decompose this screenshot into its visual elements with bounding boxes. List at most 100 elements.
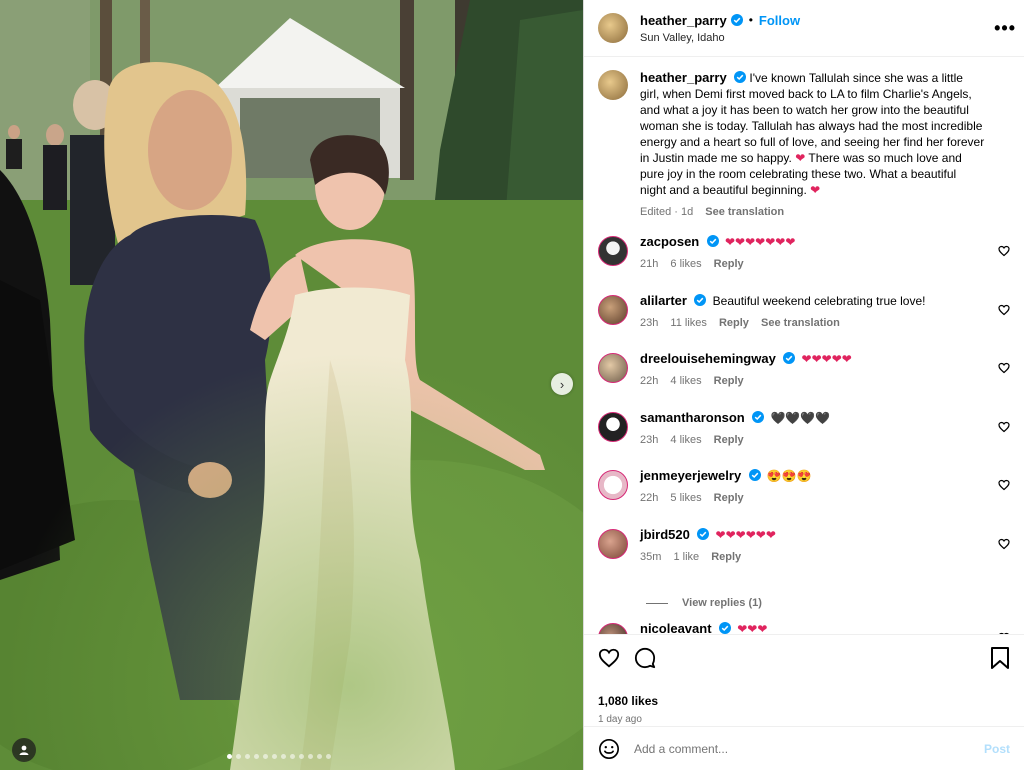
comment-item: nicoleavant ❤❤❤ <box>598 621 1010 634</box>
comment-likes[interactable]: 11 likes <box>670 317 706 329</box>
posted-time[interactable]: 1 day ago <box>598 714 1010 725</box>
verified-badge-icon <box>748 469 761 481</box>
chevron-right-icon: › <box>559 376 565 392</box>
comment-item: alilarter Beautiful weekend celebrating … <box>598 293 1010 352</box>
caption-username[interactable]: heather_parry <box>640 70 727 85</box>
avatar[interactable] <box>598 470 628 500</box>
comment-item: jbird520 ❤❤❤❤❤❤ 35m 1 like Reply <box>598 527 1010 586</box>
carousel-dot <box>263 754 268 759</box>
comment-likes[interactable]: 4 likes <box>670 375 701 387</box>
carousel-dot <box>245 754 250 759</box>
post-location[interactable]: Sun Valley, Idaho <box>640 32 800 44</box>
comment-likes[interactable]: 1 like <box>673 551 699 563</box>
comment-time[interactable]: 22h <box>640 375 658 387</box>
comment-username[interactable]: jbird520 <box>640 527 690 542</box>
avatar[interactable] <box>598 528 628 559</box>
comment-text: ❤❤❤❤❤❤❤ <box>724 235 796 249</box>
comment-username[interactable]: dreelouisehemingway <box>640 351 776 366</box>
reply-button[interactable]: Reply <box>714 375 744 387</box>
post-comment-button[interactable]: Post <box>984 742 1010 756</box>
avatar[interactable] <box>598 294 628 325</box>
avatar[interactable] <box>598 70 628 100</box>
grass-highlight <box>0 350 583 770</box>
verified-badge-icon <box>734 71 747 83</box>
carousel-dot <box>308 754 313 759</box>
avatar[interactable] <box>598 236 628 266</box>
comment-rows: zacposen ❤❤❤❤❤❤❤ 21h 6 likes Reply alila… <box>598 234 1010 634</box>
avatar[interactable] <box>598 623 628 634</box>
see-translation-link[interactable]: See translation <box>705 206 784 218</box>
verified-badge-icon <box>718 622 731 634</box>
carousel-dot <box>290 754 295 759</box>
post-caption: heather_parry I've known Tallulah since … <box>598 70 1010 220</box>
comment-username[interactable]: alilarter <box>640 293 687 308</box>
comment-time[interactable]: 21h <box>640 258 658 270</box>
verified-badge-icon <box>783 352 796 364</box>
carousel-dot <box>272 754 277 759</box>
emoji-icon[interactable] <box>598 738 620 760</box>
carousel-dot <box>317 754 322 759</box>
comment-text: 😍😍😍 <box>766 469 812 483</box>
follow-button[interactable]: Follow <box>759 13 800 28</box>
avatar[interactable] <box>598 353 628 383</box>
comment-text: Beautiful weekend celebrating true love! <box>712 293 926 308</box>
divider-line <box>646 602 668 604</box>
comment-likes[interactable]: 5 likes <box>670 492 701 504</box>
likes-count[interactable]: 1,080 likes <box>598 694 1010 708</box>
comments-list[interactable]: heather_parry I've known Tallulah since … <box>584 58 1024 634</box>
heart-icon[interactable] <box>998 421 1010 433</box>
add-comment-input[interactable] <box>634 741 984 756</box>
comment-text: ❤❤❤❤❤❤ <box>715 527 776 542</box>
comment-username[interactable]: nicoleavant <box>640 621 712 634</box>
reply-button[interactable]: Reply <box>711 551 741 563</box>
comment-text: ❤❤❤ <box>737 622 768 634</box>
view-replies-button[interactable]: View replies (1) <box>646 585 1010 621</box>
author-username[interactable]: heather_parry <box>640 13 727 28</box>
heart-icon[interactable] <box>998 362 1010 374</box>
post-header: heather_parry • Follow Sun Valley, Idaho… <box>584 0 1024 57</box>
comment-item: samantharonson 🖤🖤🖤🖤 23h 4 likes Reply <box>598 410 1010 469</box>
next-photo-button[interactable]: › <box>551 373 573 395</box>
comment-likes[interactable]: 4 likes <box>670 434 701 446</box>
reply-button[interactable]: Reply <box>714 258 744 270</box>
comment-time[interactable]: 23h <box>640 434 658 446</box>
comment-likes[interactable]: 6 likes <box>670 258 701 270</box>
heart-icon[interactable] <box>998 538 1010 550</box>
view-replies-label: View replies (1) <box>682 597 762 609</box>
comment-time[interactable]: 22h <box>640 492 658 504</box>
comment-item: jenmeyerjewelry 😍😍😍 22h 5 likes Reply <box>598 468 1010 527</box>
reply-button[interactable]: Reply <box>719 317 749 329</box>
reply-button[interactable]: Reply <box>714 492 744 504</box>
carousel-dot <box>236 754 241 759</box>
post-side-panel: heather_parry • Follow Sun Valley, Idaho… <box>583 0 1024 770</box>
verified-badge-icon <box>694 293 707 306</box>
verified-badge-icon <box>752 410 765 423</box>
comment-username[interactable]: jenmeyerjewelry <box>640 468 741 483</box>
carousel-dot <box>299 754 304 759</box>
comment-text: ❤❤❤❤❤ <box>801 352 852 366</box>
verified-badge-icon <box>706 235 719 247</box>
comment-item: dreelouisehemingway ❤❤❤❤❤ 22h 4 likes Re… <box>598 351 1010 410</box>
save-icon[interactable] <box>990 647 1010 669</box>
verified-badge-icon <box>730 14 743 26</box>
avatar[interactable] <box>598 411 628 442</box>
comment-time[interactable]: 23h <box>640 317 658 329</box>
comment-time[interactable]: 35m <box>640 551 661 563</box>
comment-icon[interactable] <box>634 647 656 669</box>
post-photo[interactable]: › <box>0 0 583 770</box>
heart-icon[interactable] <box>598 647 620 669</box>
tag-user-icon[interactable] <box>12 738 36 762</box>
heart-icon[interactable] <box>998 245 1010 257</box>
comment-username[interactable]: samantharonson <box>640 410 745 425</box>
carousel-dot <box>254 754 259 759</box>
reply-button[interactable]: Reply <box>714 434 744 446</box>
heart-icon[interactable] <box>998 479 1010 491</box>
post-actions: 1,080 likes 1 day ago <box>584 634 1024 726</box>
verified-badge-icon <box>697 527 710 540</box>
more-options-icon[interactable]: ••• <box>994 18 1016 39</box>
comment-username[interactable]: zacposen <box>640 234 699 249</box>
carousel-dots <box>227 754 331 759</box>
see-translation-link[interactable]: See translation <box>761 317 840 329</box>
avatar[interactable] <box>598 13 628 43</box>
heart-icon[interactable] <box>998 304 1010 316</box>
